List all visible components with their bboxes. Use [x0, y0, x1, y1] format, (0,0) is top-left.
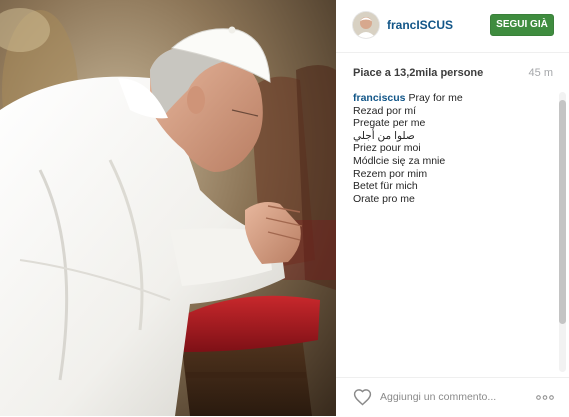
caption: franciscus Pray for me Rezad por mí Preg… — [353, 92, 549, 360]
caption-line: Rezad por mí — [353, 104, 417, 117]
post-photo — [0, 0, 336, 416]
username-link[interactable]: francISCUS — [387, 18, 453, 32]
post-side-panel: francISCUS SEGUI GIÀ Piace a 13,2mila pe… — [336, 0, 569, 416]
post-stats: Piace a 13,2mila persone 45 m — [353, 67, 553, 81]
caption-line: Pregate per me — [353, 117, 426, 130]
caption-line: Betet für mich — [353, 180, 418, 193]
avatar[interactable] — [353, 12, 379, 38]
post-time[interactable]: 45 m — [529, 67, 553, 79]
caption-line: Priez pour moi — [353, 142, 421, 155]
caption-line-arabic: صلوا من أجلي — [353, 129, 415, 142]
avatar-image — [353, 12, 379, 38]
more-options-icon[interactable] — [536, 395, 554, 400]
caption-line: Orate pro me — [353, 192, 415, 205]
caption-line: franciscus Pray for me — [353, 92, 549, 105]
scrollbar-thumb[interactable] — [559, 100, 566, 324]
caption-text: Pray for me — [408, 92, 463, 104]
caption-author-link[interactable]: franciscus — [353, 92, 406, 104]
post-header: francISCUS SEGUI GIÀ — [336, 0, 569, 53]
post-footer — [336, 377, 569, 417]
following-button[interactable]: SEGUI GIÀ — [490, 14, 554, 36]
comment-input[interactable] — [380, 387, 520, 407]
heart-outline-icon[interactable] — [353, 388, 372, 406]
caption-line: Módlcie się za mnie — [353, 154, 446, 167]
comments-scrollbar[interactable] — [559, 92, 566, 372]
likes-count[interactable]: Piace a 13,2mila persone — [353, 67, 483, 79]
caption-line: Rezem por mim — [353, 167, 428, 180]
